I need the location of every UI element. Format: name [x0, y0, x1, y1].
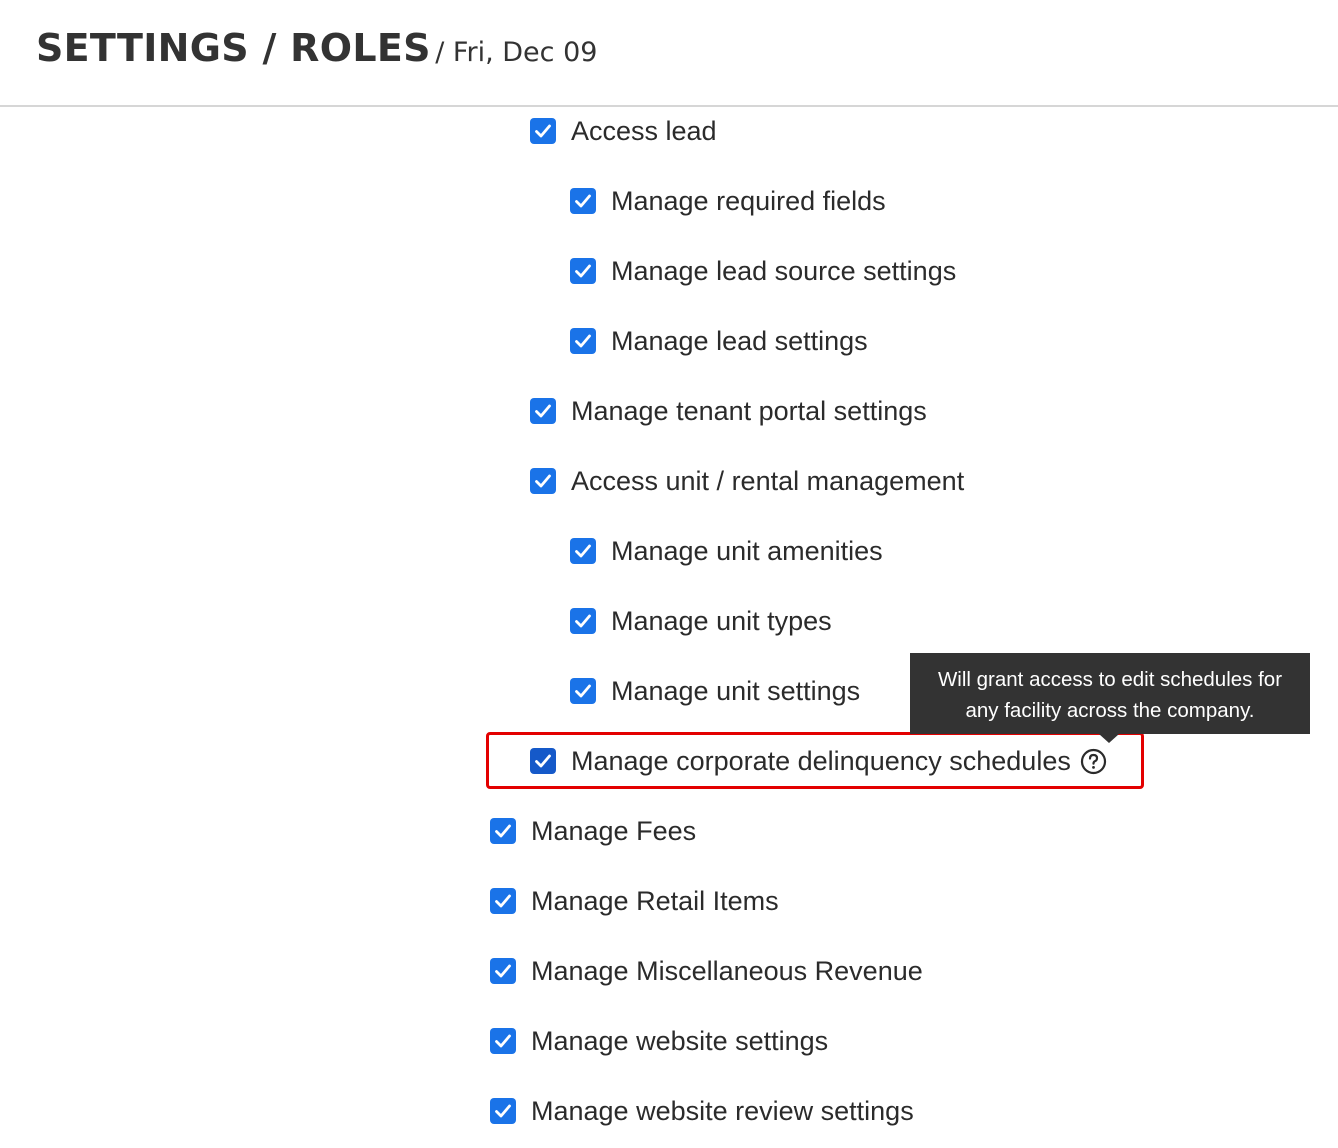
check-icon [535, 474, 551, 488]
checkbox-checked[interactable] [530, 748, 556, 774]
tooltip-line-2: any facility across the company. [965, 699, 1255, 722]
check-icon [495, 1034, 511, 1048]
permission-label: Manage website review settings [531, 1095, 914, 1126]
checkbox-checked[interactable] [490, 888, 516, 914]
permission-manage-lead-source-settings[interactable]: Manage lead source settings [570, 251, 956, 291]
check-icon [535, 754, 551, 768]
checkbox-checked[interactable] [490, 958, 516, 984]
checkbox-checked[interactable] [570, 608, 596, 634]
checkbox-checked[interactable] [570, 538, 596, 564]
permission-manage-miscellaneous-revenue[interactable]: Manage Miscellaneous Revenue [490, 951, 923, 991]
checkbox-checked[interactable] [530, 398, 556, 424]
permission-label: Manage website settings [531, 1025, 829, 1056]
permission-manage-unit-amenities[interactable]: Manage unit amenities [570, 531, 883, 571]
page-title-main: SETTINGS / ROLES [36, 26, 431, 70]
permission-label: Manage unit amenities [611, 535, 883, 566]
permission-manage-unit-types[interactable]: Manage unit types [570, 601, 832, 641]
permission-label: Manage Fees [531, 815, 697, 846]
check-icon [575, 194, 591, 208]
permission-label: Manage tenant portal settings [571, 395, 927, 426]
checkbox-checked[interactable] [490, 1028, 516, 1054]
page-title: SETTINGS / ROLES / Fri, Dec 09 [36, 26, 597, 70]
permission-manage-corporate-delinquency-schedules[interactable]: Manage corporate delinquency schedules [530, 741, 1107, 781]
check-icon [495, 824, 511, 838]
check-icon [575, 264, 591, 278]
permission-access-lead[interactable]: Access lead [530, 111, 717, 151]
permission-label: Manage Retail Items [531, 885, 779, 916]
permission-label: Access unit / rental management [571, 465, 965, 496]
check-icon [535, 124, 551, 138]
checkbox-checked[interactable] [490, 1098, 516, 1124]
permission-label: Manage lead settings [611, 325, 868, 356]
permission-label: Manage unit types [611, 605, 832, 636]
check-icon [535, 404, 551, 418]
permission-manage-website-review-settings[interactable]: Manage website review settings [490, 1091, 914, 1131]
permission-label: Manage required fields [611, 185, 886, 216]
permission-manage-fees[interactable]: Manage Fees [490, 811, 696, 851]
tooltip-arrow [1099, 734, 1119, 743]
check-icon [575, 334, 591, 348]
help-tooltip: Will grant access to edit schedules for … [910, 653, 1310, 734]
checkbox-checked[interactable] [530, 118, 556, 144]
check-icon [495, 1104, 511, 1118]
checkbox-checked[interactable] [570, 188, 596, 214]
permission-label: Access lead [571, 115, 717, 146]
checkbox-checked[interactable] [570, 678, 596, 704]
permission-manage-unit-settings[interactable]: Manage unit settings [570, 671, 860, 711]
permission-label: Manage lead source settings [611, 255, 957, 286]
permission-label: Manage Miscellaneous Revenue [531, 955, 923, 986]
check-icon [575, 684, 591, 698]
permission-manage-retail-items[interactable]: Manage Retail Items [490, 881, 779, 921]
checkbox-checked[interactable] [490, 818, 516, 844]
page-title-date: / Fri, Dec 09 [435, 37, 598, 68]
permission-manage-lead-settings[interactable]: Manage lead settings [570, 321, 868, 361]
check-icon [575, 614, 591, 628]
check-icon [495, 894, 511, 908]
check-icon [495, 964, 511, 978]
permission-access-unit-rental-management[interactable]: Access unit / rental management [530, 461, 964, 501]
permission-label: Manage corporate delinquency schedules [571, 745, 1071, 776]
tooltip-line-1: Will grant access to edit schedules for [937, 668, 1283, 691]
checkbox-checked[interactable] [530, 468, 556, 494]
page-header: SETTINGS / ROLES / Fri, Dec 09 [0, 0, 1338, 107]
checkbox-checked[interactable] [570, 258, 596, 284]
permission-manage-required-fields[interactable]: Manage required fields [570, 181, 886, 221]
permission-manage-website-settings[interactable]: Manage website settings [490, 1021, 828, 1061]
question-circle-icon[interactable] [1080, 748, 1107, 775]
permission-label: Manage unit settings [611, 675, 861, 706]
check-icon [575, 544, 591, 558]
permission-manage-tenant-portal-settings[interactable]: Manage tenant portal settings [530, 391, 927, 431]
checkbox-checked[interactable] [570, 328, 596, 354]
